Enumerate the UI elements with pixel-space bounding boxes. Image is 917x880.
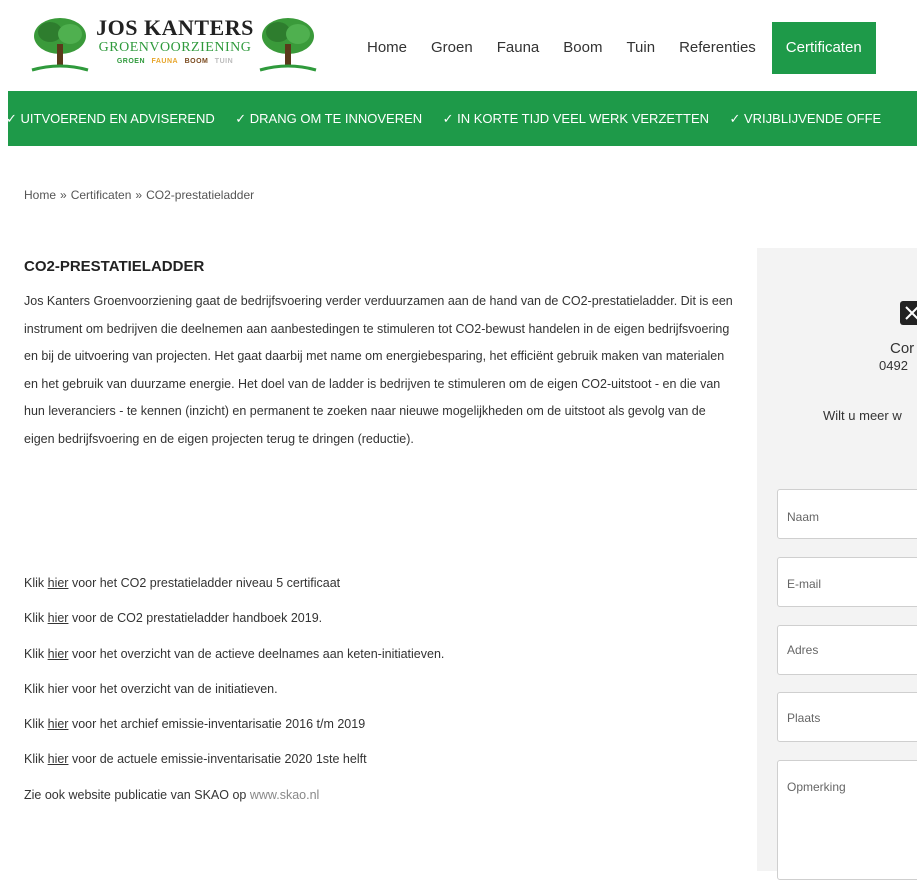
brand-tag-fauna: FAUNA [151, 58, 179, 65]
contact-title: Cor [890, 340, 915, 357]
link-suffix: voor het overzicht van de actieve deelna… [68, 646, 445, 661]
brand-tag-groen: GROEN [116, 58, 146, 65]
naam-field[interactable]: Naam [777, 489, 917, 539]
nav-referenties[interactable]: Referenties [667, 22, 768, 74]
opmerking-field[interactable]: Opmerking [777, 760, 917, 880]
breadcrumb-home[interactable]: Home [24, 188, 56, 202]
usp-bar: ✓ UITVOEREND EN ADVISEREND ✓ DRANG OM TE… [8, 91, 917, 146]
plaats-field[interactable]: Plaats [777, 692, 917, 742]
nav-tuin[interactable]: Tuin [614, 22, 667, 74]
brand-text: JOS KANTERS GROENVOORZIENING GROEN FAUNA… [90, 16, 260, 68]
link-suffix: voor de CO2 prestatieladder handboek 201… [68, 611, 323, 626]
brand-name: JOS KANTERS [96, 15, 254, 40]
link-prefix: Klik [24, 646, 48, 661]
link-row: Klik hier voor het overzicht van de init… [24, 681, 734, 698]
breadcrumb-separator: » [135, 188, 143, 202]
link-prefix: Klik [24, 717, 48, 732]
nav-boom[interactable]: Boom [551, 22, 614, 74]
initiatieven-link[interactable]: hier [48, 682, 69, 696]
link-suffix: voor de actuele emissie-inventarisatie 2… [68, 752, 367, 767]
plaats-placeholder: Plaats [787, 711, 821, 725]
link-row: Klik hier voor het CO2 prestatieladder n… [24, 575, 734, 592]
link-row: Klik hier voor het overzicht van de acti… [24, 646, 734, 663]
breadcrumb-separator: » [60, 188, 67, 202]
nav-certificaten[interactable]: Certificaten [771, 22, 876, 74]
site-header: JOS KANTERS GROENVOORZIENING GROEN FAUNA… [0, 0, 917, 90]
link-prefix: Klik [24, 752, 48, 767]
contact-question: Wilt u meer w [823, 408, 902, 423]
link-prefix: Klik [24, 576, 48, 590]
link-suffix: voor het overzicht van de initiatieven. [68, 681, 278, 696]
link-prefix: Klik [24, 681, 48, 696]
adres-placeholder: Adres [787, 643, 819, 657]
link-row: Klik hier voor de CO2 prestatieladder ha… [24, 610, 734, 627]
skao-text: Zie ook website publicatie van SKAO op [24, 787, 250, 802]
link-suffix: voor het archief emissie-inventarisatie … [68, 717, 366, 732]
opmerking-placeholder: Opmerking [787, 780, 846, 794]
main-nav: Home Groen Fauna Boom Tuin Referenties C… [355, 22, 876, 74]
breadcrumb-current: CO2-prestatieladder [146, 188, 255, 202]
intro-paragraph: Jos Kanters Groenvoorziening gaat de bed… [24, 294, 733, 446]
adres-field[interactable]: Adres [777, 625, 917, 675]
link-suffix: voor het CO2 prestatieladder niveau 5 ce… [68, 576, 341, 590]
document-links: Klik hier voor het CO2 prestatieladder n… [24, 575, 734, 822]
skao-row: Zie ook website publicatie van SKAO op w… [24, 787, 734, 804]
actuele-inventarisatie-link[interactable]: hier [48, 752, 69, 766]
breadcrumb-certificaten[interactable]: Certificaten [71, 188, 132, 202]
nav-home[interactable]: Home [355, 22, 419, 74]
contact-sidebar: Cor 0492 Wilt u meer w Naam E-mail Adres… [757, 248, 917, 880]
email-field[interactable]: E-mail [777, 557, 917, 607]
skao-link[interactable]: www.skao.nl [250, 788, 319, 802]
usp-item: ✓ VRIJBLIJVENDE OFFE [729, 111, 882, 126]
handboek-link[interactable]: hier [48, 611, 69, 625]
usp-item: ✓ DRANG OM TE INNOVEREN [235, 111, 423, 126]
main-content: CO2-PRESTATIELADDER Jos Kanters Groenvoo… [24, 256, 734, 453]
keten-initiatieven-link[interactable]: hier [48, 647, 69, 661]
archief-link[interactable]: hier [48, 717, 69, 731]
tree-logo-icon [259, 18, 317, 72]
link-row: Klik hier voor het archief emissie-inven… [24, 716, 734, 733]
site-logo[interactable]: JOS KANTERS GROENVOORZIENING GROEN FAUNA… [30, 12, 317, 78]
link-prefix: Klik [24, 611, 48, 626]
link-row: Klik hier voor de actuele emissie-invent… [24, 751, 734, 768]
brand-tag-boom: BOOM [184, 58, 209, 65]
close-icon[interactable] [900, 301, 917, 325]
usp-item: ✓ IN KORTE TIJD VEEL WERK VERZETTEN [442, 111, 710, 126]
naam-placeholder: Naam [787, 510, 820, 524]
brand-subtitle: GROENVOORZIENING [98, 40, 252, 55]
brand-tags: GROEN FAUNA BOOM TUIN [90, 56, 260, 68]
nav-fauna[interactable]: Fauna [485, 22, 552, 74]
nav-groen[interactable]: Groen [419, 22, 485, 74]
breadcrumb: Home» Certificaten» CO2-prestatieladder [24, 188, 254, 202]
tree-logo-icon [31, 18, 89, 72]
brand-tag-tuin: TUIN [214, 58, 234, 65]
usp-item: ✓ UITVOEREND EN ADVISEREND [8, 111, 215, 126]
contact-phone[interactable]: 0492 [879, 358, 908, 373]
certificaat-link[interactable]: hier [48, 576, 69, 590]
email-placeholder: E-mail [787, 577, 822, 591]
page-title: CO2-PRESTATIELADDER [24, 258, 205, 275]
